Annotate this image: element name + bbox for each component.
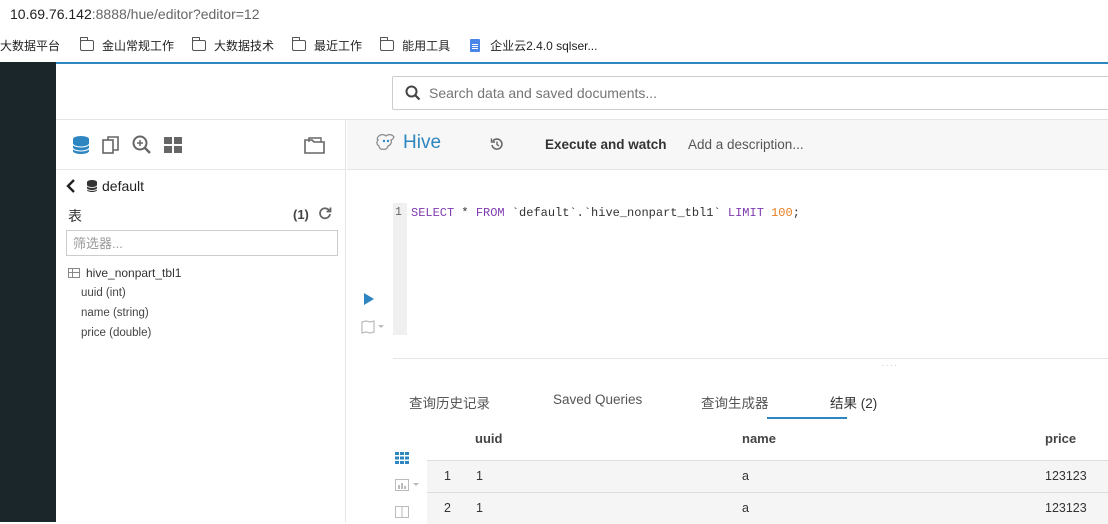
table-name: hive_nonpart_tbl1 [86,266,182,280]
cell-price: 123123 [1045,469,1087,483]
engine-title[interactable]: Hive [375,132,441,154]
engine-name: Hive [403,132,442,153]
editor-gutter [393,203,407,335]
bookmark-label: 大数据技术 [214,38,275,53]
bookmark-item[interactable]: 大数据平台 [0,37,60,54]
editor-area: Hive Execute and watch Add a description… [347,120,1108,524]
bookmark-folder[interactable]: 能用工具 [379,36,451,54]
hive-logo-icon [376,134,395,150]
row-index: 2 [444,501,451,515]
history-icon[interactable] [490,137,504,151]
execute-and-watch-button[interactable]: Execute and watch [545,137,667,152]
documents-icon[interactable] [100,134,122,156]
table-icon [68,268,80,278]
assist-panel: default 表 (1) hive_nonpart_tbl1 uuid (in… [56,120,346,522]
column-header-uuid[interactable]: uuid [475,431,502,446]
column-entry[interactable]: name (string) [81,307,149,319]
row-index: 1 [444,469,451,483]
database-icon [86,180,98,192]
table-row[interactable]: 2 1 a 123123 [427,492,1108,524]
address-bar[interactable]: 10.69.76.142:8888/hue/editor?editor=12 [0,0,1108,28]
sql-keyword: SELECT [411,206,455,220]
folder-icon [291,36,307,51]
bookmark-folder[interactable]: 大数据技术 [191,36,275,54]
left-navigation-rail [0,62,56,522]
tables-count: (1) [293,207,309,222]
database-name: default [102,178,145,194]
bookmark-label: 最近工作 [314,38,363,53]
assist-tabs [56,120,346,170]
cell-uuid: 1 [476,501,483,515]
sql-keyword: FROM [475,206,505,220]
tab-saved-queries[interactable]: Saved Queries [553,392,642,407]
play-icon[interactable] [363,292,375,306]
description-field[interactable]: Add a description... [688,137,804,152]
column-header-price[interactable]: price [1045,431,1076,446]
map-icon[interactable] [361,320,385,334]
column-header-name[interactable]: name [742,431,776,446]
folder-icon [191,36,207,51]
active-tab-indicator [767,417,847,419]
cell-name: a [742,469,749,483]
editor-header: Hive Execute and watch Add a description… [347,120,1108,170]
url-host: 10.69.76.142 [10,6,92,22]
resize-handle-icon[interactable]: ···· [881,360,898,371]
table-filter-input[interactable] [66,230,338,256]
result-tabs: 查询历史记录 Saved Queries 查询生成器 结果 (2) [393,382,1108,420]
bookmark-label: 大数据平台 [0,38,61,53]
folder-icon [79,36,95,51]
refresh-icon[interactable] [318,206,332,220]
bookmark-doc[interactable]: 企业云2.4.0 sqlser... [468,37,597,54]
table-row[interactable]: 1 1 a 123123 [427,460,1108,492]
cell-price: 123123 [1045,501,1087,515]
chart-icon[interactable] [395,479,421,491]
columns-icon[interactable] [395,506,409,518]
column-entry[interactable]: uuid (int) [81,287,126,299]
data-search-icon[interactable] [131,134,153,156]
bookmark-folder[interactable]: 最近工作 [291,36,363,54]
document-icon [470,38,481,52]
folder-icon [379,36,395,51]
column-entry[interactable]: price (double) [81,327,151,339]
cell-name: a [742,501,749,515]
sql-table: `default`.`hive_nonpart_tbl1` [504,206,728,220]
sql-editor[interactable]: SELECT * FROM `default`.`hive_nonpart_tb… [411,206,800,220]
editor-divider[interactable] [393,358,1108,359]
folder-open-icon[interactable] [303,134,327,156]
sql-text: * [454,206,476,220]
search-icon [405,85,421,101]
tables-heading: 表 [68,208,82,224]
table-grid-icon[interactable] [395,452,409,464]
tab-results[interactable]: 结果 (2) [830,392,877,412]
bookmarks-bar: 大数据平台 金山常规工作 大数据技术 最近工作 能用工具 企业云2.4.0 sq… [0,28,1108,62]
sql-text: ; [792,206,800,220]
top-bar [56,62,1108,120]
table-entry[interactable]: hive_nonpart_tbl1 [68,266,181,280]
search-input[interactable] [429,85,1029,101]
grid-icon[interactable] [162,134,184,156]
bookmark-label: 企业云2.4.0 sqlser... [490,38,598,53]
global-search[interactable] [392,76,1108,110]
bookmark-folder[interactable]: 金山常规工作 [79,36,175,54]
database-icon[interactable] [70,134,92,156]
tab-query-history[interactable]: 查询历史记录 [409,392,490,412]
database-breadcrumb[interactable]: default [66,178,144,194]
tab-query-builder[interactable]: 查询生成器 [701,392,769,412]
sql-number: 100 [771,206,793,220]
chevron-left-icon[interactable] [66,179,76,193]
bookmark-label: 能用工具 [402,38,451,53]
sql-keyword: LIMIT [727,206,764,220]
bookmark-label: 金山常规工作 [102,38,175,53]
line-number: 1 [395,206,402,219]
url-path: :8888/hue/editor?editor=12 [91,6,260,22]
cell-uuid: 1 [476,469,483,483]
